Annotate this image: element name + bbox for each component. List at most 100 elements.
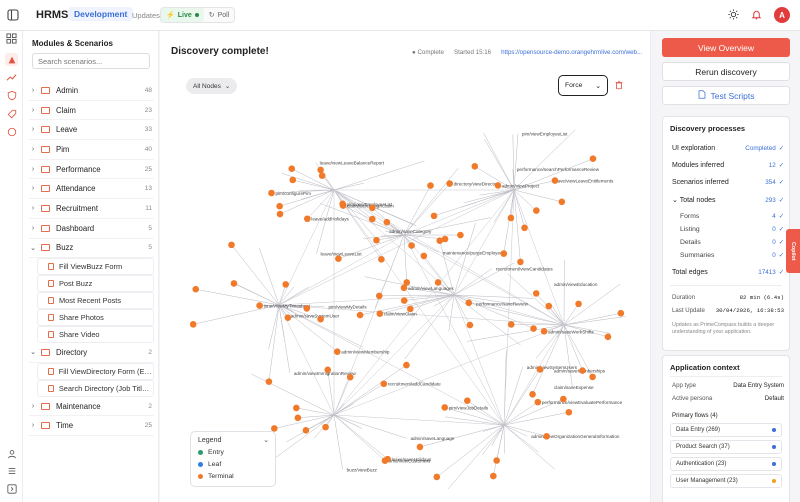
notification-bell-icon[interactable] [751, 9, 762, 22]
graph-node[interactable] [293, 404, 300, 412]
graph-node[interactable] [324, 366, 332, 374]
live-option[interactable]: ⚡ Live [161, 8, 204, 22]
graph-node[interactable] [335, 255, 342, 263]
module-row[interactable]: › Pim 40 [29, 140, 154, 160]
graph-node[interactable] [304, 215, 311, 223]
graph-node[interactable] [575, 300, 582, 308]
target-url-link[interactable]: https://opensource-demo.orangehrmlive.co… [501, 49, 642, 56]
graph-node[interactable] [540, 327, 548, 335]
graph-node[interactable] [380, 380, 388, 388]
theme-sun-icon[interactable] [728, 8, 739, 22]
graph-node[interactable] [532, 290, 540, 297]
graph-node[interactable] [303, 305, 311, 312]
module-row[interactable]: ⌄ Buzz 5 [29, 239, 154, 259]
module-row[interactable]: › Dashboard 5 [29, 219, 154, 239]
graph-node[interactable] [339, 202, 347, 209]
graph-node[interactable] [317, 166, 324, 174]
module-row[interactable]: › Leave 33 [29, 120, 154, 141]
graph-node[interactable] [533, 207, 540, 214]
graph-node[interactable] [256, 302, 263, 309]
scenario-item[interactable]: Post Buzz [37, 275, 154, 292]
graph-node[interactable] [282, 281, 290, 288]
module-row[interactable]: › Attendance 13 [29, 179, 154, 200]
graph-node[interactable] [288, 165, 296, 173]
graph-node[interactable] [446, 180, 453, 187]
user-icon[interactable] [5, 447, 18, 460]
graph-node[interactable] [368, 215, 376, 223]
module-row[interactable]: › Maintenance 2 [29, 397, 154, 417]
scenario-search-input[interactable] [32, 53, 150, 69]
dashboard-grid-icon[interactable] [5, 32, 18, 45]
module-row[interactable]: ⌄ Directory 2 [29, 343, 154, 363]
graph-node[interactable] [430, 212, 438, 220]
graph-node[interactable] [560, 395, 567, 403]
graph-node[interactable] [604, 333, 612, 341]
scenario-item[interactable]: Share Video [37, 326, 154, 343]
scenario-item[interactable]: Fill ViewBuzz Form [37, 258, 154, 275]
graph-node[interactable] [530, 325, 537, 332]
scenario-item[interactable]: Fill ViewDirectory Form (Emp... [37, 362, 154, 380]
graph-node[interactable] [589, 373, 596, 381]
graph-node[interactable] [427, 182, 434, 189]
rerun-discovery-button[interactable]: Rerun discovery [662, 62, 790, 81]
graph-node[interactable] [500, 250, 508, 257]
expand-icon[interactable] [5, 482, 18, 495]
module-row[interactable]: › Performance 25 [29, 160, 154, 180]
graph-node[interactable] [302, 426, 310, 434]
graph-node[interactable] [551, 177, 559, 184]
graph-node[interactable] [333, 348, 341, 355]
flow-item[interactable]: Data Entry (269) [670, 423, 782, 437]
graph-node[interactable] [471, 163, 479, 170]
graph-node[interactable] [346, 373, 354, 381]
module-row[interactable]: › Recruitment 11 [29, 199, 154, 219]
sidebar-toggle-icon[interactable] [6, 8, 20, 22]
test-scripts-button[interactable]: Test Scripts [662, 86, 790, 105]
graph-node[interactable] [400, 297, 408, 304]
poll-option[interactable]: ↻ Poll [204, 8, 235, 22]
graph-node[interactable] [529, 390, 536, 398]
graph-node[interactable] [318, 172, 326, 179]
shield-icon[interactable] [5, 89, 18, 102]
scenario-item[interactable]: Search Directory (Job Title, ... [37, 379, 154, 397]
scenario-item[interactable]: Most Recent Posts [37, 292, 154, 309]
graph-node[interactable] [381, 457, 389, 464]
graph-node[interactable] [543, 433, 550, 440]
graph-node[interactable] [545, 302, 553, 310]
tag-icon[interactable] [5, 107, 18, 120]
node-filter-dropdown[interactable]: All Nodes ⌄ [186, 78, 238, 94]
graph-node[interactable] [378, 256, 385, 263]
view-overview-button[interactable]: View Overview [662, 38, 790, 57]
module-row[interactable]: › Time 25 [29, 416, 154, 437]
graph-node[interactable] [589, 155, 597, 163]
graph-node[interactable] [416, 443, 424, 451]
graph-node[interactable] [368, 204, 376, 212]
graph-node[interactable] [403, 361, 410, 369]
graph-node[interactable] [322, 423, 329, 431]
chevron-down-icon[interactable]: ⌄ [263, 436, 269, 444]
graph-node[interactable] [617, 309, 625, 317]
flow-item[interactable]: Product Search (37) [670, 440, 782, 454]
graph-node[interactable] [192, 285, 200, 293]
graph-node[interactable] [383, 218, 391, 226]
graph-node[interactable] [465, 299, 473, 307]
graph-node[interactable] [373, 236, 380, 244]
trash-icon[interactable] [614, 80, 624, 90]
graph-node[interactable] [289, 176, 297, 184]
scenario-item[interactable]: Share Photos [37, 309, 154, 326]
graph-node[interactable] [565, 408, 573, 416]
total-nodes-row[interactable]: ⌄ Total nodes 293 ✓ [672, 196, 784, 205]
flow-item[interactable]: User Management (23) [670, 474, 782, 488]
graph-node[interactable] [276, 210, 284, 218]
graph-node[interactable] [579, 367, 586, 374]
graph-node[interactable] [276, 202, 283, 210]
circle-icon[interactable] [5, 125, 18, 138]
flow-item[interactable]: Authentication (23) [670, 457, 782, 471]
module-row[interactable]: › Admin 48 [29, 81, 154, 101]
graph-node[interactable] [433, 473, 441, 481]
graph-node[interactable] [375, 292, 383, 300]
graph-node[interactable] [228, 241, 235, 249]
graph-node[interactable] [294, 414, 302, 422]
graph-node[interactable] [464, 397, 471, 404]
copilot-side-tab[interactable]: Copilot [786, 229, 800, 273]
graph-node[interactable] [507, 321, 515, 328]
